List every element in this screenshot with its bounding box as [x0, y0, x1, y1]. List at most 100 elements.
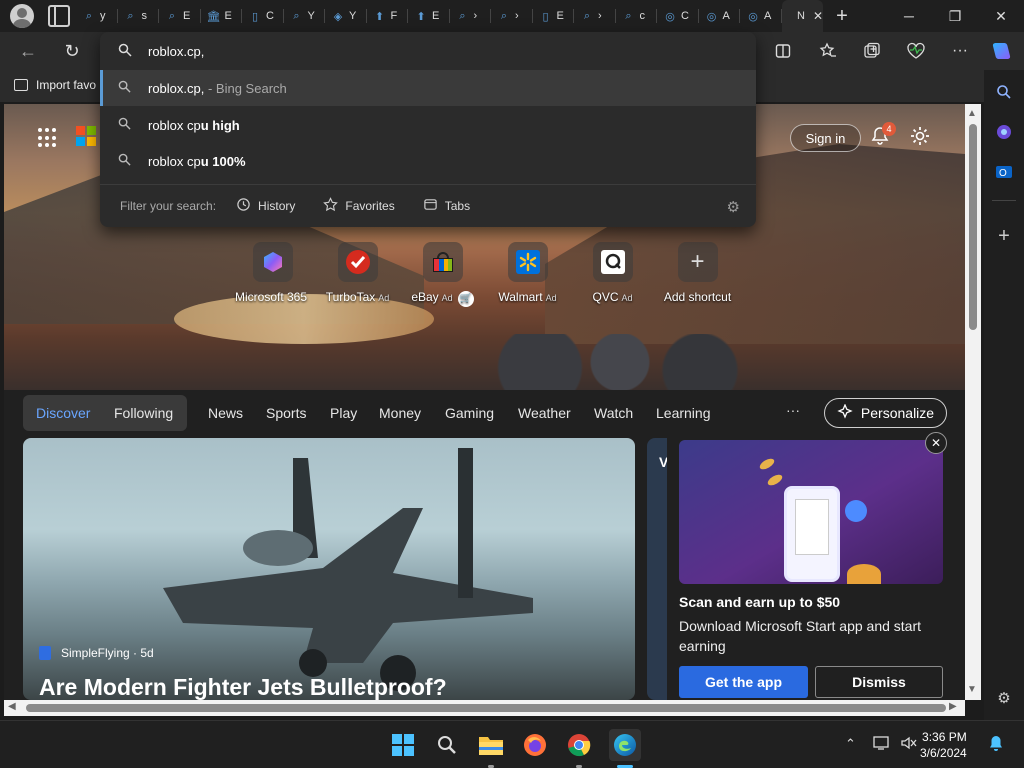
close-window-button[interactable]: ✕	[978, 0, 1024, 32]
browser-tab[interactable]: ⌕ c	[616, 0, 657, 32]
chrome-icon[interactable]	[565, 731, 593, 759]
browser-tab[interactable]: ▯ E	[533, 0, 574, 32]
article-headline[interactable]: Are Modern Fighter Jets Bulletproof?	[39, 674, 447, 700]
firefox-icon[interactable]	[521, 731, 549, 759]
nav-news[interactable]: News	[208, 405, 243, 421]
app-launcher-icon[interactable]	[38, 128, 58, 148]
notification-center-icon[interactable]	[988, 735, 1004, 758]
promo-description: Download Microsoft Start app and start e…	[679, 618, 922, 654]
profile-avatar[interactable]	[10, 4, 34, 28]
import-favorites-button[interactable]: Import favo	[14, 78, 96, 92]
mask-icon: ◎	[706, 10, 717, 23]
tab-actions-icon[interactable]	[48, 5, 70, 27]
suggestion-item[interactable]: roblox cp u 100%	[100, 143, 756, 179]
close-tab-icon[interactable]: ✕	[813, 9, 823, 23]
browser-tab[interactable]: ⌕ ›	[450, 0, 491, 32]
address-input[interactable]	[148, 41, 728, 61]
browser-tab[interactable]: ⌕ y	[76, 0, 118, 32]
nav-sports[interactable]: Sports	[266, 405, 306, 421]
nav-play[interactable]: Play	[330, 405, 357, 421]
close-promo-button[interactable]: ✕	[925, 432, 947, 454]
suggestion-item[interactable]: roblox cp u high	[100, 107, 756, 143]
network-icon[interactable]	[873, 735, 891, 756]
browser-tab[interactable]: ⌕ E	[159, 0, 201, 32]
refresh-button[interactable]: ↻	[60, 40, 84, 62]
split-screen-icon[interactable]	[772, 41, 794, 61]
new-tab-button[interactable]: +	[827, 5, 857, 28]
collections-icon[interactable]	[861, 41, 883, 61]
nav-following[interactable]: Following	[114, 405, 173, 421]
get-the-app-button[interactable]: Get the app	[679, 666, 808, 698]
browser-tab[interactable]: ◈ Y	[325, 0, 367, 32]
browser-tab[interactable]: ⬆ F	[367, 0, 408, 32]
sidebar-add-icon[interactable]: +	[994, 225, 1014, 247]
shortcut-label: Walmart	[498, 290, 543, 304]
personalize-button[interactable]: Personalize	[824, 398, 947, 428]
sidebar-copilot-icon[interactable]	[994, 122, 1014, 142]
browser-tab[interactable]: ⌕ s	[118, 0, 159, 32]
horizontal-scroll-thumb[interactable]	[26, 704, 946, 712]
browser-tab[interactable]: ◎ C	[657, 0, 699, 32]
restore-button[interactable]: ❐	[932, 0, 978, 32]
browser-tab[interactable]: ⌕ Y	[284, 0, 325, 32]
favorites-icon[interactable]	[817, 41, 839, 61]
suggestion-item[interactable]: roblox.cp, - Bing Search	[100, 70, 756, 106]
sign-in-button[interactable]: Sign in	[790, 124, 861, 152]
sidebar-settings-icon[interactable]: ⚙	[994, 688, 1014, 708]
back-button[interactable]: ←	[16, 40, 40, 62]
nav-watch[interactable]: Watch	[594, 405, 633, 421]
browser-tab[interactable]: ▯ C	[242, 0, 284, 32]
article-card[interactable]: SimpleFlying · 5d Are Modern Fighter Jet…	[23, 438, 635, 700]
vertical-scroll-thumb[interactable]	[969, 124, 977, 330]
browser-tab[interactable]: ⌕ ›	[491, 0, 533, 32]
browser-tab[interactable]: ⬆ E	[408, 0, 450, 32]
nav-more-button[interactable]: ···	[786, 402, 800, 418]
show-hidden-icons-chevron-icon[interactable]: ⌃	[845, 736, 856, 752]
nav-discover[interactable]: Discover	[36, 405, 90, 421]
search-icon: ⌕	[459, 9, 466, 22]
sidebar-outlook-icon[interactable]: O	[994, 162, 1014, 182]
horizontal-scrollbar[interactable]: ◀ ▶	[4, 700, 965, 716]
browser-tab[interactable]: ◎ A	[699, 0, 740, 32]
copilot-icon[interactable]	[990, 41, 1012, 61]
tabs-icon	[423, 197, 438, 215]
sidebar-search-icon[interactable]	[994, 82, 1014, 102]
nav-money[interactable]: Money	[379, 405, 421, 421]
filter-favorites-button[interactable]: Favorites	[323, 197, 395, 215]
nav-weather[interactable]: Weather	[518, 405, 571, 421]
shortcut-turbotax[interactable]: TurboTax Ad	[315, 242, 400, 307]
shortcut-ebay[interactable]: eBay Ad 🛒	[400, 242, 485, 307]
scroll-up-arrow[interactable]: ▲	[967, 108, 977, 119]
nav-gaming[interactable]: Gaming	[445, 405, 494, 421]
shortcut-qvc[interactable]: QVC Ad	[570, 242, 655, 307]
nav-learning[interactable]: Learning	[656, 405, 711, 421]
volume-muted-icon[interactable]	[900, 735, 918, 756]
edge-icon[interactable]	[609, 729, 641, 761]
notification-count-badge: 4	[882, 122, 896, 136]
browser-tab[interactable]: ◎ A	[740, 0, 782, 32]
file-explorer-icon[interactable]	[477, 731, 505, 759]
browser-tab[interactable]: ⌕ ›	[574, 0, 616, 32]
filter-history-button[interactable]: History	[236, 197, 295, 215]
scroll-left-arrow[interactable]: ◀	[8, 701, 16, 712]
dismiss-button[interactable]: Dismiss	[815, 666, 943, 698]
search-settings-icon[interactable]: ⚙	[727, 198, 740, 216]
taskbar-search-icon[interactable]	[433, 731, 461, 759]
scroll-down-arrow[interactable]: ▼	[967, 684, 977, 695]
more-icon[interactable]: ···	[949, 41, 971, 61]
suggestion-completion: u 100%	[200, 153, 246, 169]
shortcut-microsoft-365[interactable]: Microsoft 365	[230, 242, 315, 307]
browser-tab[interactable]: 🏛 E	[201, 0, 242, 32]
minimize-button[interactable]: ─	[886, 0, 932, 32]
scroll-right-arrow[interactable]: ▶	[949, 701, 957, 712]
add-shortcut-button[interactable]: + Add shortcut	[655, 242, 740, 307]
taskbar-clock[interactable]: 3:36 PM 3/6/2024	[920, 729, 967, 761]
tab-label: C	[266, 10, 274, 22]
shortcut-walmart[interactable]: Walmart Ad	[485, 242, 570, 307]
performance-icon[interactable]	[905, 41, 927, 61]
browser-tab[interactable]: N ✕	[781, 0, 823, 32]
filter-tabs-button[interactable]: Tabs	[423, 197, 470, 215]
windows-start-icon[interactable]	[389, 731, 417, 759]
page-settings-icon[interactable]	[909, 125, 933, 149]
vertical-scrollbar[interactable]: ▲ ▼	[965, 104, 981, 700]
